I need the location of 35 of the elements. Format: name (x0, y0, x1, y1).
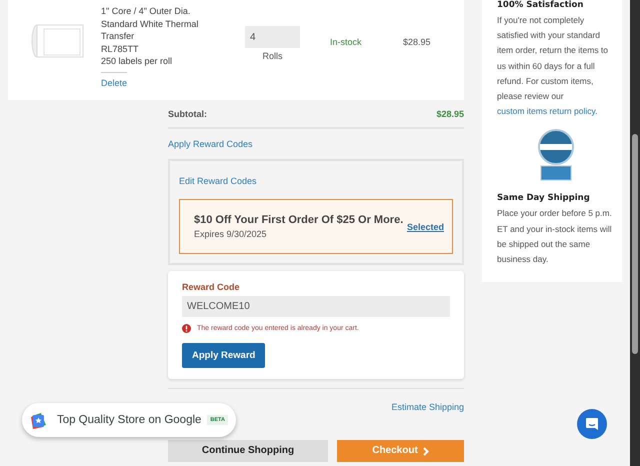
item-price: $28.95 (403, 37, 431, 47)
apply-reward-codes-link[interactable]: Apply Reward Codes (168, 139, 253, 149)
selected-link[interactable]: Selected (406, 222, 444, 232)
product-description: 1" Core / 4" Outer Dia. Standard White Thermal Transfer RL785TT 250 labels per roll (101, 5, 200, 68)
unit-label: Rolls (261, 51, 284, 61)
offer-title: $10 Off Your First Order Of $25 Or More. (194, 214, 404, 226)
subtotal-label: Subtotal: (168, 109, 207, 119)
quantity-field[interactable]: 4 (245, 26, 300, 48)
award-seal-drawing (536, 129, 574, 182)
label-roll-icon (30, 23, 84, 59)
return-policy-link[interactable]: custom items return policy (497, 106, 596, 116)
edit-reward-codes-link[interactable]: Edit Reward Codes (179, 176, 257, 186)
stock-status: In-stock (330, 37, 363, 47)
offer-card[interactable]: $10 Off Your First Order Of $25 Or More. Expires 9/30/2025 Selected (179, 199, 453, 254)
delete-link[interactable]: Delete (101, 78, 128, 88)
chat-button[interactable] (577, 409, 607, 439)
chat-bubble-icon (585, 417, 599, 431)
subtotal-value: $28.95 (436, 109, 464, 119)
scrollbar-thumb[interactable] (632, 134, 638, 354)
section-text: Place your order before 5 p.m. ET and your in-stock items will be shipped out the same business day. (497, 207, 613, 266)
section-heading: Same Day Shipping (497, 193, 591, 204)
shopping-bag-icon (30, 411, 48, 429)
chevron-right-icon (422, 447, 429, 456)
section-heading: 100% Satisfaction (497, 0, 584, 10)
badge-text: Top Quality Store on Google (56, 414, 202, 426)
offer-expiry: Expires 9/30/2025 (194, 229, 268, 239)
continue-shopping-button[interactable]: Continue Shopping (168, 440, 328, 462)
apply-reward-button[interactable]: Apply Reward (182, 343, 266, 368)
scrollbar[interactable] (630, 0, 640, 466)
checkout-button[interactable]: Checkout (337, 440, 464, 462)
estimate-shipping-link[interactable]: Estimate Shipping (391, 402, 464, 412)
reward-code-field[interactable]: WELCOME10 (182, 296, 450, 317)
section-text: If you're not completely satisfied with your standard item order, return the items to us within 60 days for a full refund. For custom items, please review our custom items return policy. (497, 14, 610, 118)
reward-code-label: Reward Code (182, 282, 241, 292)
error-icon (182, 324, 191, 333)
